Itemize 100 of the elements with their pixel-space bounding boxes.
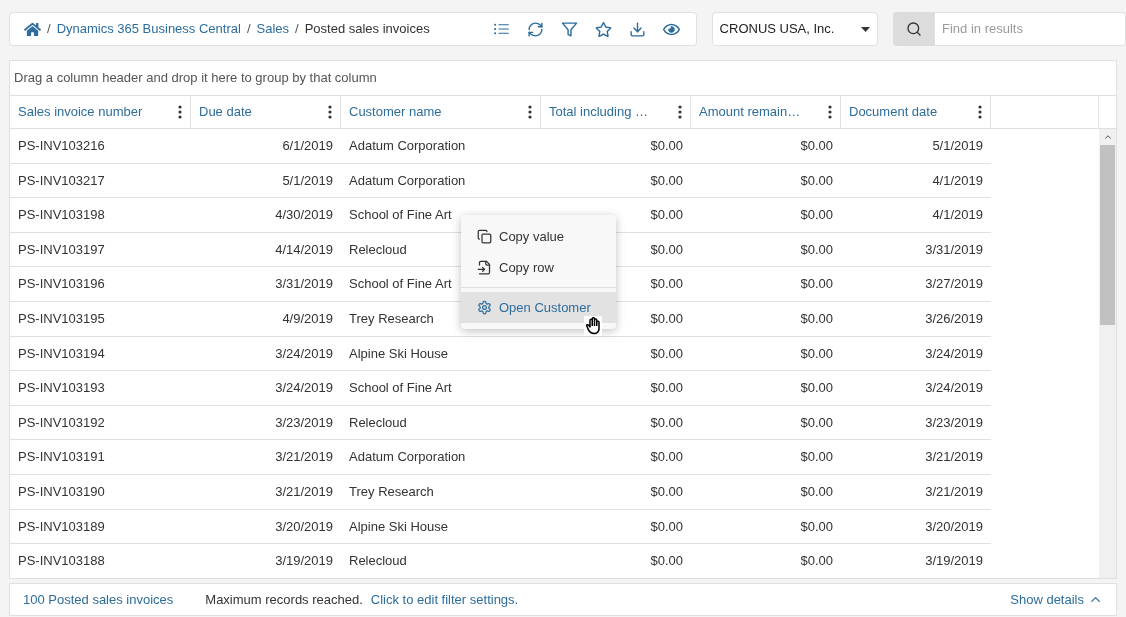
table-cell-text: 3/20/2019: [275, 517, 333, 536]
table-cell-text: Alpine Ski House: [349, 517, 448, 536]
table-cell-text: $0.00: [800, 275, 833, 294]
search-button[interactable]: [893, 12, 934, 46]
table-cell-text: $0.00: [800, 552, 833, 571]
table-cell-text: $0.00: [650, 517, 683, 536]
table-cell-text: 3/23/2019: [925, 413, 983, 432]
table-cell-text: 4/14/2019: [275, 240, 333, 259]
column-header[interactable]: Amount remain…: [691, 96, 841, 128]
table-cell-text: $0.00: [800, 344, 833, 363]
table-cell-text: 3/20/2019: [925, 517, 983, 536]
table-cell-text: 4/1/2019: [932, 206, 983, 225]
table-cell-text: $0.00: [800, 448, 833, 467]
more-icon[interactable]: [178, 105, 182, 119]
separator: /: [295, 20, 299, 39]
column-header[interactable]: Due date: [191, 96, 341, 128]
table-cell-text: $0.00: [650, 413, 683, 432]
company-dropdown[interactable]: CRONUS USA, Inc.: [711, 12, 878, 46]
download-icon[interactable]: [628, 20, 646, 38]
table-cell-text: $0.00: [650, 137, 683, 156]
table-cell-text: 3/21/2019: [925, 448, 983, 467]
table-cell-text: $0.00: [800, 137, 833, 156]
more-icon[interactable]: [828, 105, 832, 119]
menu-item[interactable]: Copy value: [461, 221, 616, 252]
status-message: Maximum records reached.: [205, 590, 363, 609]
table-cell-text: 6/1/2019: [282, 137, 333, 156]
page-title: Posted sales invoices: [304, 20, 430, 39]
column-header[interactable]: Customer name: [341, 96, 541, 128]
table-cell-text: 3/27/2019: [925, 275, 983, 294]
table-cell-text: PS-INV103194: [18, 344, 105, 363]
caret-icon: [861, 26, 870, 32]
breadcrumb-link[interactable]: Dynamics 365 Business Central: [56, 19, 241, 39]
table-cell-text: 4/30/2019: [275, 206, 333, 225]
table-cell-text: PS-INV103197: [18, 240, 105, 259]
table-cell-text: $0.00: [650, 275, 683, 294]
gear-icon: [477, 300, 492, 315]
separator: /: [246, 20, 251, 39]
table-cell-text: Relecloud: [349, 552, 407, 571]
table-cell-text: Relecloud: [349, 240, 407, 259]
breadcrumb-link[interactable]: Sales: [256, 19, 290, 39]
table-cell-text: 3/31/2019: [925, 240, 983, 259]
filter-settings-link[interactable]: Click to edit filter settings.: [370, 589, 519, 610]
table-cell-text: 3/24/2019: [925, 379, 983, 398]
table-cell-text: PS-INV103198: [18, 206, 105, 225]
scroll-up-icon[interactable]: [1102, 132, 1113, 142]
table-cell-text: 5/1/2019: [932, 137, 983, 156]
refresh-icon[interactable]: [526, 20, 544, 38]
star-icon[interactable]: [594, 20, 612, 38]
table-cell-text: $0.00: [650, 344, 683, 363]
table-cell-text: PS-INV103188: [18, 552, 105, 571]
table-cell-text: $0.00: [800, 517, 833, 536]
table-cell-text: $0.00: [650, 552, 683, 571]
scrollbar[interactable]: [1099, 129, 1116, 578]
table-cell-text: School of Fine Art: [349, 379, 452, 398]
show-details-button[interactable]: Show details: [1010, 589, 1103, 610]
menu-item[interactable]: Open Customer: [461, 292, 616, 323]
more-icon[interactable]: [978, 105, 982, 119]
table-cell-text: $0.00: [650, 171, 683, 190]
table-cell-text: Trey Research: [349, 310, 434, 328]
table-cell-text: $0.00: [800, 310, 833, 328]
table-cell-text: School of Fine Art: [349, 275, 452, 294]
table-cell-text: $0.00: [650, 240, 683, 259]
table-cell-text: Trey Research: [349, 483, 434, 501]
search-field[interactable]: Find in results: [934, 12, 1126, 46]
table-cell-text: $0.00: [650, 206, 683, 225]
table-cell-text: Adatum Corporation: [349, 448, 466, 467]
home-icon[interactable]: [24, 20, 41, 38]
table-cell-text: 3/24/2019: [275, 344, 333, 363]
table-cell-text: $0.00: [800, 413, 833, 432]
table-cell-text: 3/21/2019: [925, 483, 983, 501]
table-cell-text: $0.00: [800, 206, 833, 225]
table-cell-text: PS-INV103193: [18, 379, 105, 398]
table-cell-text: $0.00: [650, 310, 683, 328]
table-cell-text: Adatum Corporation: [349, 171, 466, 190]
table-cell-text: PS-INV103217: [18, 171, 105, 190]
filter-icon[interactable]: [560, 20, 578, 38]
table-cell-text: PS-INV103191: [18, 448, 105, 467]
table-cell-text: PS-INV103189: [18, 517, 105, 536]
table-cell-text: $0.00: [650, 483, 683, 501]
column-header[interactable]: Total including …: [541, 96, 691, 128]
more-icon[interactable]: [528, 105, 532, 119]
separator: /: [47, 20, 51, 39]
record-count-link[interactable]: 100 Posted sales invoices: [23, 589, 174, 610]
table-cell-text: 3/19/2019: [925, 552, 983, 571]
table-cell-text: Relecloud: [349, 413, 407, 432]
table-cell-text: $0.00: [650, 448, 683, 467]
search-icon: [905, 21, 922, 37]
table-cell-text: 4/9/2019: [282, 310, 333, 328]
table-cell-text: $0.00: [800, 240, 833, 259]
table-cell-text: $0.00: [800, 379, 833, 398]
more-icon[interactable]: [678, 105, 682, 119]
more-icon[interactable]: [328, 105, 332, 119]
menu-item[interactable]: Copy row: [461, 252, 616, 283]
table-cell-text: PS-INV103192: [18, 413, 105, 432]
table-cell-text: PS-INV103195: [18, 310, 105, 328]
column-header[interactable]: Document date: [841, 96, 991, 128]
table-cell-text: PS-INV103196: [18, 275, 105, 294]
table-cell-text: $0.00: [800, 483, 833, 501]
column-header[interactable]: Sales invoice number: [10, 96, 191, 128]
table-cell-text: 5/1/2019: [282, 171, 333, 190]
